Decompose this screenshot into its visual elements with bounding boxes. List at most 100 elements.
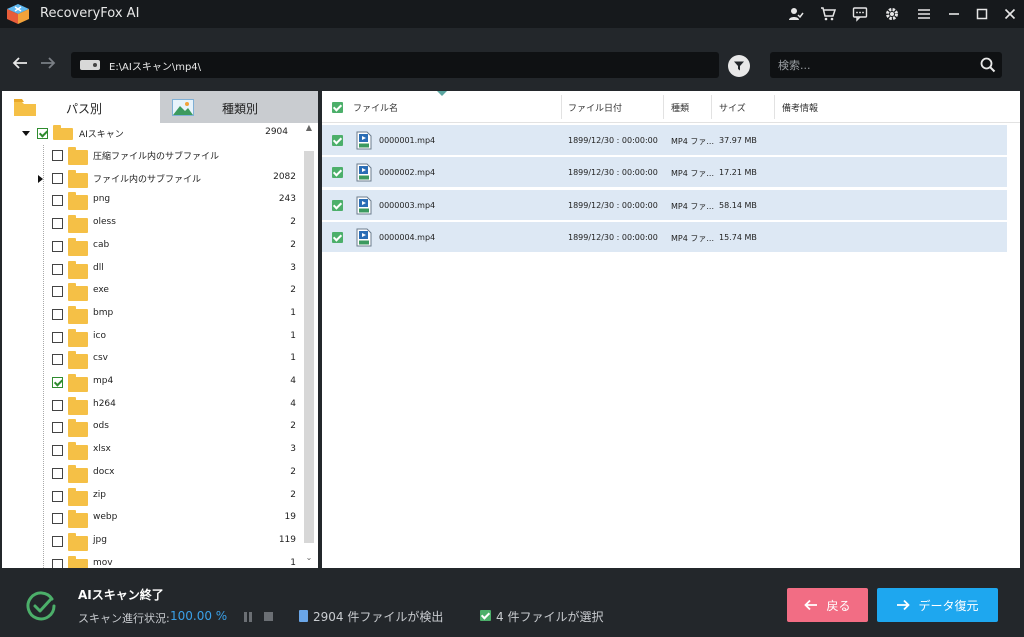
tree-count: 2 bbox=[290, 489, 296, 500]
tree-item[interactable]: h264 4 bbox=[2, 395, 302, 417]
scrollbar-thumb[interactable] bbox=[304, 151, 314, 543]
file-size: 17.21 MB bbox=[719, 168, 757, 178]
tree-item[interactable]: 圧縮ファイル内のサブファイル bbox=[2, 145, 302, 167]
tree-item[interactable]: dll 3 bbox=[2, 259, 302, 281]
folder-icon bbox=[68, 351, 88, 370]
checkbox[interactable] bbox=[52, 422, 63, 434]
checkbox[interactable] bbox=[52, 286, 63, 298]
table-row[interactable]: 0000002.mp4 1899/12/30 : 00:00:00 MP4 ファ..… bbox=[322, 157, 1007, 189]
document-icon bbox=[299, 610, 308, 622]
folder-icon bbox=[68, 464, 88, 483]
user-check-icon[interactable] bbox=[780, 0, 812, 28]
tree-item[interactable]: ods 2 bbox=[2, 417, 302, 439]
tree-item[interactable]: ファイル内のサブファイル 2082 bbox=[2, 168, 302, 190]
tree-item[interactable]: exe 2 bbox=[2, 281, 302, 303]
col-size[interactable]: サイズ bbox=[719, 101, 746, 114]
checkbox[interactable] bbox=[52, 240, 63, 252]
select-all-checkbox[interactable] bbox=[332, 102, 343, 113]
tree-count: 1 bbox=[290, 557, 296, 568]
sort-indicator-icon[interactable] bbox=[437, 91, 447, 96]
file-table-header: ファイル名 ファイル日付 種類 サイズ 備考情報 bbox=[322, 91, 1020, 123]
recover-button[interactable]: データ復元 bbox=[877, 588, 998, 622]
checkbox[interactable] bbox=[52, 218, 63, 230]
checkbox[interactable] bbox=[52, 399, 63, 411]
tree-item[interactable]: mp4 4 bbox=[2, 372, 302, 394]
row-checkbox[interactable] bbox=[332, 167, 343, 179]
row-checkbox[interactable] bbox=[332, 199, 343, 211]
checkbox[interactable] bbox=[52, 513, 63, 525]
maximize-icon[interactable] bbox=[968, 0, 996, 28]
collapse-arrow-icon[interactable] bbox=[22, 131, 30, 136]
chat-icon[interactable] bbox=[844, 0, 876, 28]
stop-icon[interactable] bbox=[264, 612, 273, 621]
checkbox[interactable] bbox=[52, 445, 63, 457]
tree-item[interactable]: ico 1 bbox=[2, 327, 302, 349]
scroll-up-icon[interactable]: ▲ bbox=[304, 123, 314, 149]
tree-item[interactable]: jpg 119 bbox=[2, 531, 302, 553]
table-row[interactable]: 0000004.mp4 1899/12/30 : 00:00:00 MP4 ファ..… bbox=[322, 221, 1007, 253]
cart-icon[interactable] bbox=[812, 0, 844, 28]
table-row[interactable]: 0000003.mp4 1899/12/30 : 00:00:00 MP4 ファ..… bbox=[322, 189, 1007, 221]
file-type: MP4 ファ... bbox=[671, 137, 714, 146]
folder-icon bbox=[68, 328, 88, 347]
scroll-down-icon[interactable]: ⌄ bbox=[304, 553, 314, 567]
back-arrow-icon[interactable] bbox=[10, 54, 30, 74]
tab-by-path[interactable]: パス別 bbox=[2, 91, 160, 123]
checkbox[interactable] bbox=[52, 263, 63, 275]
pause-icon[interactable] bbox=[244, 612, 252, 622]
path-field[interactable]: E:\AIスキャン\mp4\ bbox=[71, 52, 719, 78]
tree-label: csv bbox=[93, 353, 108, 364]
tree-item[interactable]: csv 1 bbox=[2, 349, 302, 371]
filter-icon[interactable] bbox=[728, 55, 750, 77]
checkbox[interactable] bbox=[52, 331, 63, 343]
tree-item[interactable]: mov 1 bbox=[2, 554, 302, 568]
file-type: MP4 ファ... bbox=[671, 169, 714, 179]
tree-item[interactable]: webp 19 bbox=[2, 508, 302, 530]
forward-arrow-icon[interactable] bbox=[38, 54, 58, 74]
checkbox[interactable] bbox=[52, 558, 63, 568]
checkbox[interactable] bbox=[52, 195, 63, 207]
tree-item[interactable]: png 243 bbox=[2, 190, 302, 212]
tree-label: ファイル内のサブファイル bbox=[93, 174, 202, 185]
tree-item[interactable]: xlsx 3 bbox=[2, 440, 302, 462]
checkbox[interactable] bbox=[52, 150, 63, 161]
col-notes[interactable]: 備考情報 bbox=[782, 101, 818, 114]
tab-by-type[interactable]: 種類別 bbox=[160, 91, 318, 123]
search-input[interactable] bbox=[778, 55, 974, 75]
checkbox[interactable] bbox=[37, 128, 48, 139]
close-icon[interactable] bbox=[996, 0, 1024, 28]
column-divider bbox=[711, 95, 712, 119]
back-button[interactable]: 戻る bbox=[787, 588, 868, 622]
row-checkbox[interactable] bbox=[332, 231, 343, 243]
checkbox[interactable] bbox=[52, 308, 63, 320]
checkbox[interactable] bbox=[52, 467, 63, 479]
tree-count: 2904 bbox=[265, 127, 288, 137]
tree-item[interactable]: cab 2 bbox=[2, 236, 302, 258]
col-type[interactable]: 種類 bbox=[671, 101, 689, 114]
tree-root[interactable]: AIスキャン 2904 bbox=[2, 123, 302, 145]
menu-icon[interactable] bbox=[908, 0, 940, 28]
expand-arrow-icon[interactable] bbox=[38, 174, 43, 183]
file-name: 0000001.mp4 bbox=[379, 136, 436, 145]
checkbox[interactable] bbox=[52, 354, 63, 366]
tree-item[interactable]: zip 2 bbox=[2, 486, 302, 508]
row-checkbox[interactable] bbox=[332, 135, 343, 146]
checkbox[interactable] bbox=[52, 377, 63, 388]
checkbox[interactable] bbox=[52, 490, 63, 502]
search-box bbox=[770, 52, 1002, 78]
checkbox[interactable] bbox=[52, 535, 63, 547]
table-row[interactable]: 0000001.mp4 1899/12/30 : 00:00:00 MP4 ファ..… bbox=[322, 125, 1007, 156]
search-icon[interactable] bbox=[976, 53, 1000, 77]
minimize-icon[interactable] bbox=[940, 0, 968, 28]
tree-item[interactable]: docx 2 bbox=[2, 463, 302, 485]
checkbox[interactable] bbox=[52, 172, 63, 184]
col-date[interactable]: ファイル日付 bbox=[568, 101, 622, 114]
folder-icon bbox=[14, 99, 36, 116]
tree-item[interactable]: bmp 1 bbox=[2, 304, 302, 326]
gear-icon[interactable] bbox=[876, 0, 908, 28]
address-bar-row: E:\AIスキャン\mp4\ bbox=[0, 38, 1024, 90]
col-name[interactable]: ファイル名 bbox=[353, 101, 398, 114]
app-logo-icon bbox=[7, 4, 29, 24]
tree-item[interactable]: oless 2 bbox=[2, 213, 302, 235]
file-date: 1899/12/30 : 00:00:00 bbox=[568, 200, 658, 210]
